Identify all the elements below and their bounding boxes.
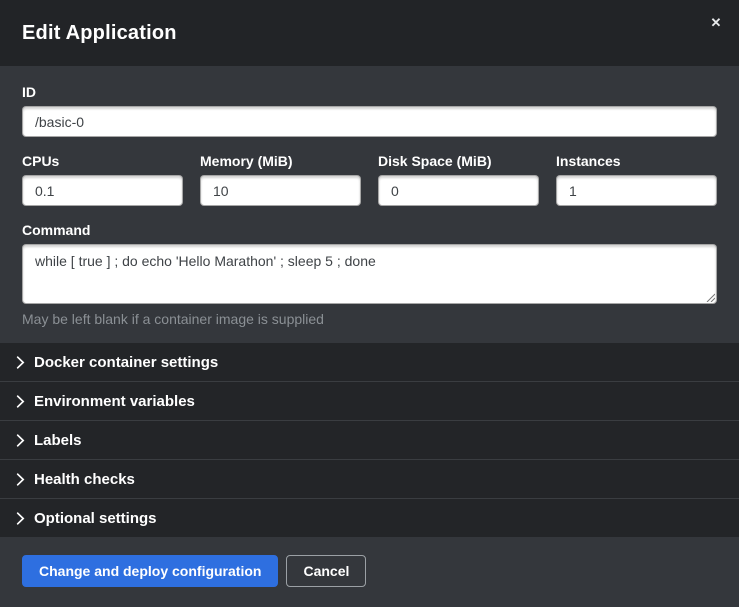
command-field-group: Command while [ true ] ; do echo 'Hello … (22, 222, 717, 327)
modal-footer: Change and deploy configuration Cancel (0, 537, 739, 607)
command-help-text: May be left blank if a container image i… (22, 311, 717, 327)
cpus-field-group: CPUs (22, 153, 183, 206)
section-optional-settings[interactable]: Optional settings (0, 499, 739, 537)
chevron-right-icon (16, 434, 25, 447)
application-form: ID CPUs Memory (MiB) Disk Space (MiB) In… (0, 66, 739, 343)
cancel-button[interactable]: Cancel (286, 555, 366, 587)
chevron-right-icon (16, 356, 25, 369)
command-textarea-wrap: while [ true ] ; do echo 'Hello Marathon… (22, 244, 717, 304)
id-input[interactable] (22, 106, 717, 137)
section-environment-variables[interactable]: Environment variables (0, 382, 739, 421)
id-label: ID (22, 84, 717, 100)
section-label: Labels (34, 432, 82, 449)
memory-label: Memory (MiB) (200, 153, 361, 169)
memory-input[interactable] (200, 175, 361, 206)
command-label: Command (22, 222, 717, 238)
chevron-right-icon (16, 395, 25, 408)
instances-label: Instances (556, 153, 717, 169)
section-labels[interactable]: Labels (0, 421, 739, 460)
disk-input[interactable] (378, 175, 539, 206)
instances-field-group: Instances (556, 153, 717, 206)
disk-label: Disk Space (MiB) (378, 153, 539, 169)
command-textarea[interactable]: while [ true ] ; do echo 'Hello Marathon… (22, 244, 717, 304)
section-label: Docker container settings (34, 354, 218, 371)
instances-input[interactable] (556, 175, 717, 206)
section-label: Health checks (34, 471, 135, 488)
cpus-input[interactable] (22, 175, 183, 206)
section-label: Environment variables (34, 393, 195, 410)
id-field-group: ID (22, 84, 717, 137)
change-and-deploy-button[interactable]: Change and deploy configuration (22, 555, 278, 587)
memory-field-group: Memory (MiB) (200, 153, 361, 206)
collapsible-sections: Docker container settings Environment va… (0, 343, 739, 537)
section-health-checks[interactable]: Health checks (0, 460, 739, 499)
close-icon[interactable]: ✕ (705, 12, 727, 34)
disk-field-group: Disk Space (MiB) (378, 153, 539, 206)
section-label: Optional settings (34, 510, 157, 527)
modal-header: Edit Application ✕ (0, 0, 739, 66)
chevron-right-icon (16, 473, 25, 486)
modal-title: Edit Application (22, 22, 177, 45)
resources-row: CPUs Memory (MiB) Disk Space (MiB) Insta… (22, 153, 717, 206)
section-docker-container-settings[interactable]: Docker container settings (0, 343, 739, 382)
cpus-label: CPUs (22, 153, 183, 169)
chevron-right-icon (16, 512, 25, 525)
edit-application-modal: Edit Application ✕ ID CPUs Memory (MiB) … (0, 0, 739, 599)
